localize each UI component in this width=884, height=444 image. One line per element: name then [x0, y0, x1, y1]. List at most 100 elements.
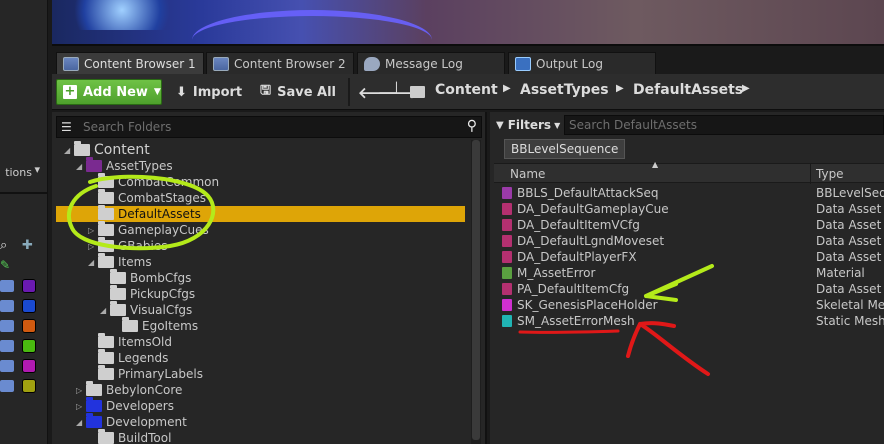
save-all-button[interactable]: 🖫 Save All: [260, 79, 336, 105]
folder-tree-item[interactable]: ◢ VisualCfgs: [100, 301, 192, 318]
asset-name: PA_DefaultItemCfg: [517, 282, 630, 296]
tool-icon[interactable]: [0, 340, 14, 352]
folder-tree-item[interactable]: CombatCommon: [88, 173, 220, 190]
folder-tree-item[interactable]: BombCfgs: [100, 269, 191, 286]
breadcrumb-defaultassets[interactable]: DefaultAssets: [633, 82, 743, 98]
folder-tree-item[interactable]: ◢ AssetTypes: [76, 157, 173, 174]
folder-tree-item[interactable]: CombatStages: [88, 189, 206, 206]
folder-tree-item[interactable]: ▷ GameplayCues: [88, 221, 209, 238]
tab-message-log[interactable]: Message Log: [357, 52, 505, 74]
content-browser-toolbar: + Add New ▼ ⬇ Import 🖫 Save All 🡐 🡒 ▏ Co…: [52, 74, 884, 110]
folder-tree-item[interactable]: ▷ Developers: [76, 397, 174, 414]
breadcrumb-separator-icon[interactable]: ▶: [742, 83, 750, 94]
asset-row[interactable]: DA_DefaultLgndMoveset Data Asset: [494, 233, 884, 249]
color-swatch-blue[interactable]: [22, 299, 36, 313]
folder-tree-item[interactable]: ▷ BebylonCore: [76, 381, 182, 398]
options-dropdown[interactable]: tions ▾: [0, 160, 48, 180]
collapsed-arrow-icon[interactable]: ▷: [76, 402, 86, 411]
folder-tree-item[interactable]: ▷ GBabies: [88, 237, 167, 254]
asset-row[interactable]: BBLS_DefaultAttackSeq BBLevelSequ: [494, 185, 884, 201]
tool-icon[interactable]: [0, 300, 14, 312]
asset-row[interactable]: SK_GenesisPlaceHolder Skeletal Mes: [494, 297, 884, 313]
color-swatch-magenta[interactable]: [22, 359, 36, 373]
expanded-arrow-icon[interactable]: ◢: [100, 306, 110, 315]
breadcrumb-separator-icon[interactable]: ▶: [616, 83, 624, 94]
expanded-arrow-icon[interactable]: ◢: [76, 418, 86, 427]
level-viewport[interactable]: [52, 0, 884, 46]
sort-ascending-icon: ▲: [652, 160, 659, 169]
column-divider[interactable]: [810, 164, 811, 184]
filters-button[interactable]: ▼ Filters ▼: [496, 116, 560, 134]
breadcrumb-separator-icon[interactable]: ▶: [503, 83, 511, 94]
collapsed-arrow-icon[interactable]: ▷: [88, 226, 98, 235]
folder-tree-item[interactable]: ◢ Development: [76, 413, 187, 430]
asset-column-header: ▲ Name Type: [494, 160, 884, 184]
collapsed-arrow-icon[interactable]: ▷: [88, 242, 98, 251]
asset-row[interactable]: PA_DefaultItemCfg Data Asset: [494, 281, 884, 297]
filter-list-icon[interactable]: ☰: [61, 120, 72, 134]
folder-tree-item[interactable]: BuildTool: [88, 429, 171, 444]
folder-tree-item[interactable]: PrimaryLabels: [88, 365, 203, 382]
folder-tree-item[interactable]: ItemsOld: [88, 333, 172, 350]
search-assets-input[interactable]: [569, 118, 869, 132]
tool-icon[interactable]: [0, 320, 14, 332]
folder-icon: [86, 397, 102, 412]
asset-search: [564, 115, 884, 135]
tab-content-browser-1[interactable]: Content Browser 1: [56, 52, 204, 74]
asset-row[interactable]: M_AssetError Material: [494, 265, 884, 281]
folder-icon: [98, 365, 114, 380]
asset-type-icon: [502, 251, 512, 263]
color-swatch-orange[interactable]: [22, 319, 36, 333]
tool-icon[interactable]: [0, 360, 14, 372]
asset-row[interactable]: DA_DefaultPlayerFX Data Asset: [494, 249, 884, 265]
asset-row[interactable]: SM_AssetErrorMesh Static Mesh: [494, 313, 884, 329]
folder-label: Content: [94, 142, 150, 158]
brush-icon[interactable]: ✎: [0, 258, 10, 272]
folder-tree-item[interactable]: Legends: [88, 349, 169, 366]
tab-content-browser-2[interactable]: Content Browser 2: [206, 52, 354, 74]
save-all-label: Save All: [277, 84, 337, 100]
breadcrumb-content[interactable]: Content: [435, 82, 498, 98]
folder-tree-item[interactable]: DefaultAssets: [88, 205, 201, 222]
asset-name: DA_DefaultItemVCfg: [517, 218, 640, 232]
column-type-header[interactable]: Type: [816, 167, 844, 181]
folder-icon: [98, 429, 114, 444]
search-icon[interactable]: ⌕: [0, 238, 7, 253]
folder-tree-item[interactable]: EgoItems: [112, 317, 198, 334]
active-filter-chip[interactable]: BBLevelSequence: [504, 139, 626, 159]
folder-icon[interactable]: [410, 79, 425, 105]
color-swatch-green[interactable]: [22, 339, 36, 353]
color-swatch-olive[interactable]: [22, 379, 36, 393]
message-log-icon: [364, 56, 380, 71]
plus-icon: +: [63, 84, 77, 99]
folder-tree: ◢ Content ◢ AssetTypes CombatCommon CombatSta…: [52, 140, 470, 444]
add-icon[interactable]: ✚: [22, 238, 33, 253]
tool-icon[interactable]: [0, 280, 14, 292]
folder-tree-scrollbar[interactable]: [471, 140, 481, 444]
expanded-arrow-icon[interactable]: ◢: [88, 258, 98, 267]
asset-type: Data Asset: [816, 282, 882, 296]
folder-tree-item[interactable]: ◢ Content: [64, 141, 150, 158]
expanded-arrow-icon[interactable]: ◢: [76, 162, 86, 171]
tab-output-log[interactable]: Output Log: [508, 52, 656, 74]
column-name-header[interactable]: Name: [510, 167, 545, 181]
expanded-arrow-icon[interactable]: ◢: [64, 146, 74, 155]
folder-label: Legends: [118, 351, 169, 365]
tool-icon[interactable]: [0, 380, 14, 392]
asset-type: Data Asset: [816, 250, 882, 264]
search-folders-input[interactable]: [83, 119, 453, 135]
folder-tree-item[interactable]: ◢ Items: [88, 253, 152, 270]
color-swatch-purple[interactable]: [22, 279, 36, 293]
viewport-scene-arc: [192, 10, 432, 44]
folder-icon: [86, 413, 102, 428]
folder-tree-item[interactable]: PickupCfgs: [100, 285, 195, 302]
add-new-button[interactable]: + Add New ▼: [56, 79, 162, 105]
asset-row[interactable]: DA_DefaultItemVCfg Data Asset: [494, 217, 884, 233]
search-icon[interactable]: ⚲: [467, 118, 477, 134]
scrollbar-thumb[interactable]: [472, 140, 480, 440]
folder-label: CombatCommon: [118, 175, 220, 189]
breadcrumb-assettypes[interactable]: AssetTypes: [520, 82, 609, 98]
import-button[interactable]: ⬇ Import: [176, 79, 242, 105]
asset-row[interactable]: DA_DefaultGameplayCue Data Asset: [494, 201, 884, 217]
collapsed-arrow-icon[interactable]: ▷: [76, 386, 86, 395]
